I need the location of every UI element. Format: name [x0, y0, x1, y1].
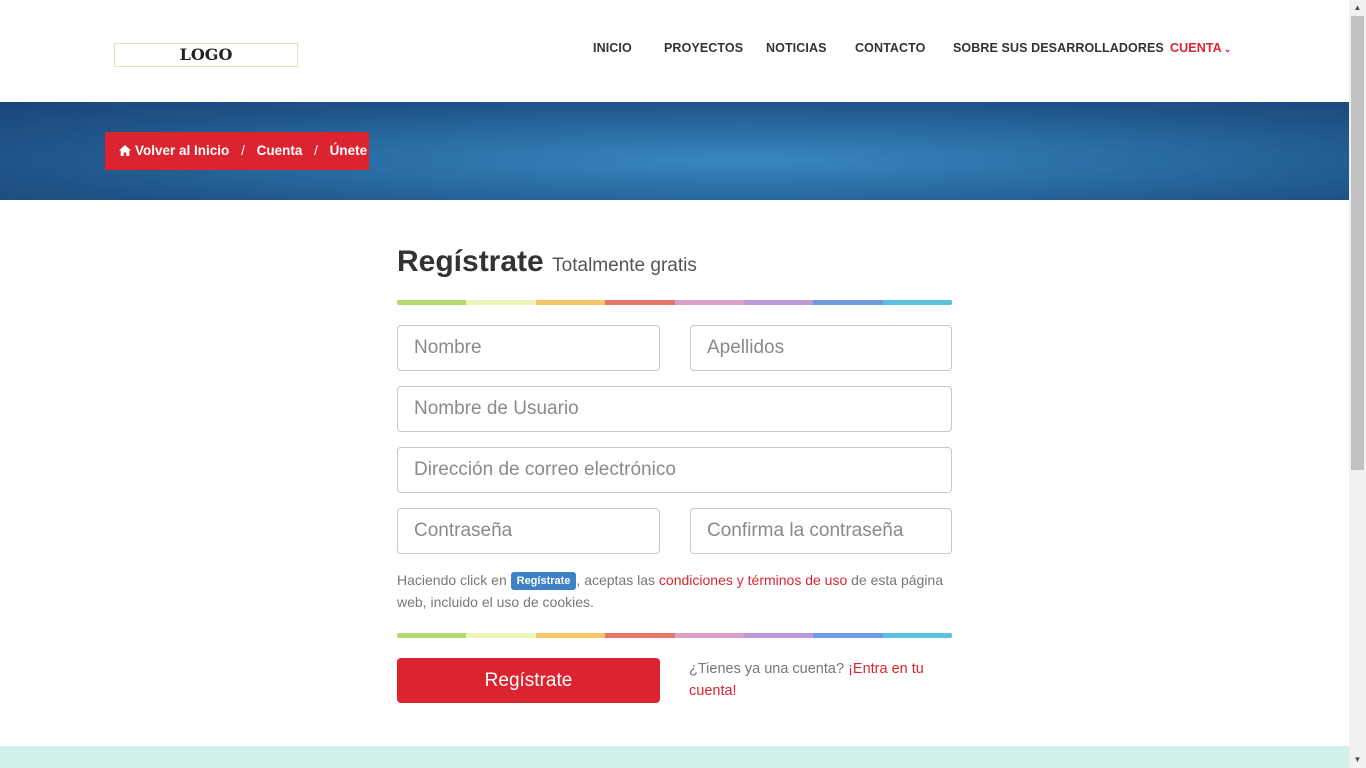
breadcrumb: Volver al Inicio / Cuenta / Únete [105, 132, 369, 170]
nav-item-cuenta[interactable]: CUENTA ⌄ [1170, 41, 1231, 55]
nav-item-sobre-desarrolladores[interactable]: SOBRE SUS DESARROLLADORES [953, 41, 1164, 55]
page-subtitle: Totalmente gratis [552, 255, 697, 276]
login-prompt: ¿Tienes ya una cuenta? ¡Entra en tu cuen… [689, 658, 939, 702]
page-title: Regístrate [397, 245, 544, 278]
logo[interactable]: LOGO [114, 43, 298, 67]
breadcrumb-home-label: Volver al Inicio [135, 143, 230, 158]
home-icon [119, 145, 131, 156]
nav-item-contacto[interactable]: CONTACTO [855, 41, 925, 55]
footer-strip [0, 746, 1349, 768]
nav-item-noticias[interactable]: NOTICIAS [766, 41, 827, 55]
form-heading: Regístrate Totalmente gratis [397, 245, 697, 279]
breadcrumb-current: Únete [329, 143, 368, 158]
email-field[interactable] [397, 447, 952, 493]
terms-notice: Haciendo click en Regístrate, aceptas la… [397, 569, 957, 613]
breadcrumb-home[interactable]: Volver al Inicio [119, 143, 233, 158]
breadcrumb-separator: / [314, 143, 318, 158]
breadcrumb-account[interactable]: Cuenta [257, 143, 303, 158]
nav-item-proyectos[interactable]: PROYECTOS [664, 41, 743, 55]
scrollbar-thumb[interactable] [1351, 16, 1364, 470]
terms-link[interactable]: condiciones y términos de uso [659, 572, 847, 588]
rainbow-divider [397, 633, 952, 638]
confirm-password-field[interactable] [690, 508, 952, 554]
username-field[interactable] [397, 386, 952, 432]
login-prompt-text: ¿Tienes ya una cuenta? [689, 661, 845, 677]
page: LOGO INICIO PROYECTOS NOTICIAS CONTACTO … [0, 0, 1366, 768]
scroll-up-icon[interactable]: ▲ [1349, 0, 1366, 16]
nav-item-inicio[interactable]: INICIO [593, 41, 632, 55]
scroll-down-icon[interactable]: ▼ [1349, 752, 1366, 768]
terms-badge: Regístrate [510, 572, 577, 590]
nav-item-cuenta-label: CUENTA [1170, 41, 1222, 55]
last-name-field[interactable] [690, 325, 952, 371]
first-name-field[interactable] [397, 325, 660, 371]
terms-middle: , aceptas las [576, 572, 656, 588]
chevron-down-icon: ⌄ [1223, 44, 1232, 54]
page-scrollbar[interactable]: ▲ ▼ [1349, 0, 1366, 768]
register-button[interactable]: Regístrate [397, 658, 660, 703]
site-header: LOGO INICIO PROYECTOS NOTICIAS CONTACTO … [0, 0, 1349, 102]
password-field[interactable] [397, 508, 660, 554]
rainbow-divider [397, 300, 952, 305]
breadcrumb-separator: / [241, 143, 245, 158]
terms-prefix: Haciendo click en [397, 572, 507, 588]
